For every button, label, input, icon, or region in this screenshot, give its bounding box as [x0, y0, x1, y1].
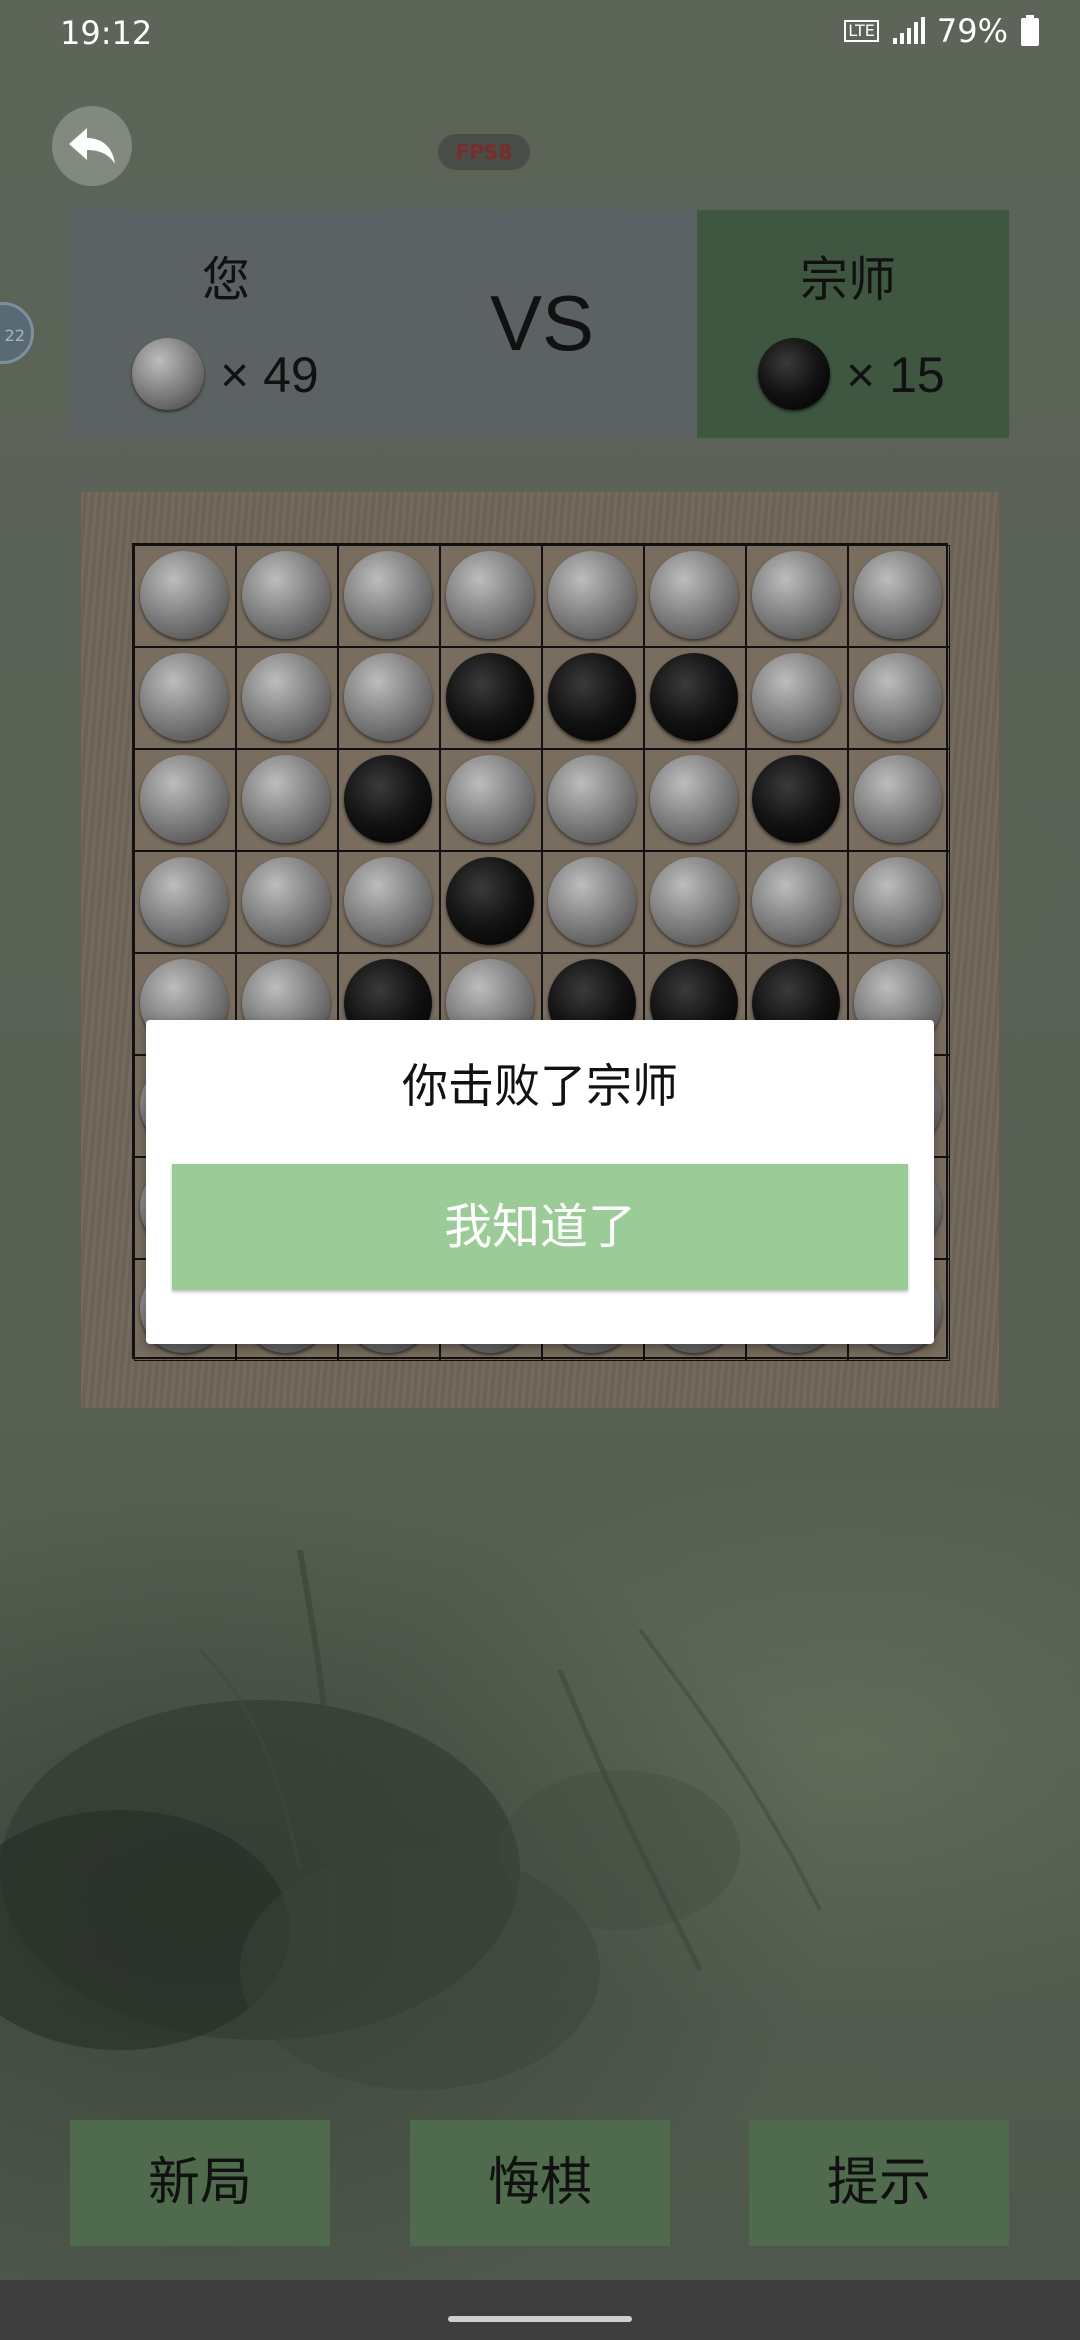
- gray-disc: [446, 551, 534, 639]
- back-button[interactable]: [52, 106, 132, 186]
- result-dialog: 你击败了宗师 我知道了: [146, 1020, 934, 1344]
- board-cell[interactable]: [848, 749, 950, 851]
- battery-percent: 79%: [936, 12, 1008, 50]
- vs-label: VS: [490, 279, 595, 367]
- board-cell[interactable]: [542, 647, 644, 749]
- board-cell[interactable]: [236, 749, 338, 851]
- signal-icon: [892, 17, 925, 44]
- board-cell[interactable]: [236, 647, 338, 749]
- gray-disc: [344, 857, 432, 945]
- board-cell[interactable]: [644, 851, 746, 953]
- back-arrow-icon: [69, 128, 115, 164]
- board-cell[interactable]: [134, 545, 236, 647]
- player-piece-icon: [132, 338, 204, 410]
- gray-disc: [344, 653, 432, 741]
- gray-disc: [140, 551, 228, 639]
- dialog-title: 你击败了宗师: [402, 1059, 678, 1113]
- gray-disc: [446, 755, 534, 843]
- gray-disc: [140, 755, 228, 843]
- board-cell[interactable]: [746, 545, 848, 647]
- board-cell[interactable]: [134, 749, 236, 851]
- board-cell[interactable]: [848, 647, 950, 749]
- gray-disc: [140, 653, 228, 741]
- board-cell[interactable]: [338, 749, 440, 851]
- gray-disc: [242, 755, 330, 843]
- fps-badge: FPS8: [438, 134, 530, 170]
- board-cell[interactable]: [542, 749, 644, 851]
- gray-disc: [854, 755, 942, 843]
- undo-button[interactable]: 悔棋: [410, 2120, 670, 2246]
- gray-disc: [752, 857, 840, 945]
- lte-icon: LTE: [844, 20, 879, 42]
- board-cell[interactable]: [440, 749, 542, 851]
- player-count: × 49: [220, 347, 319, 403]
- board-cell[interactable]: [542, 851, 644, 953]
- board-cell[interactable]: [134, 851, 236, 953]
- gray-disc: [242, 551, 330, 639]
- gray-disc: [854, 551, 942, 639]
- gray-disc: [854, 653, 942, 741]
- gray-disc: [548, 857, 636, 945]
- board-cell[interactable]: [746, 851, 848, 953]
- board-cell[interactable]: [338, 545, 440, 647]
- black-disc: [650, 653, 738, 741]
- board-cell[interactable]: [440, 545, 542, 647]
- black-disc: [446, 857, 534, 945]
- board-cell[interactable]: [644, 647, 746, 749]
- status-bar: 19:12 LTE 79%: [0, 0, 1080, 70]
- gray-disc: [548, 551, 636, 639]
- gray-disc: [548, 755, 636, 843]
- black-disc: [752, 755, 840, 843]
- opponent-count: × 15: [846, 347, 945, 403]
- hint-button[interactable]: 提示: [749, 2120, 1009, 2246]
- board-cell[interactable]: [848, 545, 950, 647]
- gray-disc: [752, 653, 840, 741]
- gray-disc: [242, 653, 330, 741]
- acknowledge-button[interactable]: 我知道了: [172, 1164, 908, 1290]
- gray-disc: [854, 857, 942, 945]
- opponent-name: 宗师: [800, 252, 897, 308]
- gray-disc: [140, 857, 228, 945]
- gray-disc: [242, 857, 330, 945]
- board-cell[interactable]: [746, 647, 848, 749]
- player-name: 您: [202, 252, 251, 308]
- board-cell[interactable]: [338, 851, 440, 953]
- gray-disc: [344, 551, 432, 639]
- board-cell[interactable]: [440, 647, 542, 749]
- board-cell[interactable]: [644, 749, 746, 851]
- navigation-bar: [0, 2280, 1080, 2340]
- gray-disc: [650, 857, 738, 945]
- board-cell[interactable]: [236, 851, 338, 953]
- gray-disc: [650, 755, 738, 843]
- status-time: 19:12: [60, 14, 153, 52]
- board-cell[interactable]: [440, 851, 542, 953]
- board-cell[interactable]: [848, 851, 950, 953]
- status-icons: LTE 79%: [844, 12, 1040, 50]
- board-cell[interactable]: [338, 647, 440, 749]
- black-disc: [548, 653, 636, 741]
- black-disc: [344, 755, 432, 843]
- home-gesture-pill[interactable]: [448, 2316, 632, 2322]
- board-cell[interactable]: [236, 545, 338, 647]
- new-game-button[interactable]: 新局: [70, 2120, 330, 2246]
- black-disc: [446, 653, 534, 741]
- board-cell[interactable]: [644, 545, 746, 647]
- board-cell[interactable]: [746, 749, 848, 851]
- opponent-piece-icon: [758, 338, 830, 410]
- board-cell[interactable]: [134, 647, 236, 749]
- battery-icon: [1021, 15, 1039, 46]
- gray-disc: [650, 551, 738, 639]
- board-cell[interactable]: [542, 545, 644, 647]
- gray-disc: [752, 551, 840, 639]
